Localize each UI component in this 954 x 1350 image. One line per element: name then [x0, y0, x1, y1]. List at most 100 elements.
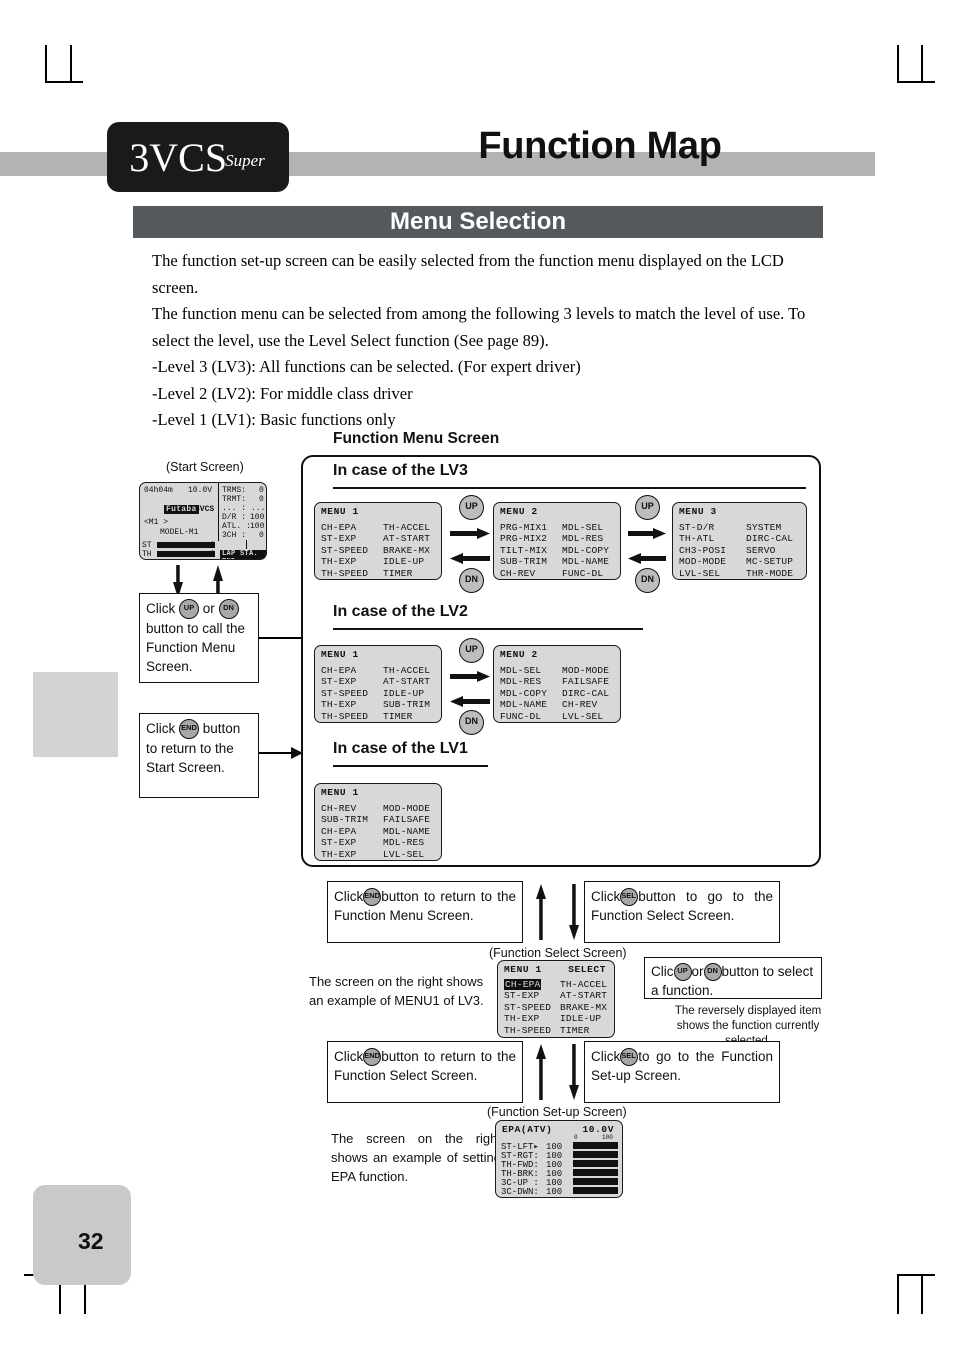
menu-item[interactable]: CH-REV	[562, 699, 609, 710]
end-button-icon[interactable]: END	[363, 1048, 382, 1067]
menu-item[interactable]: TIMER	[383, 711, 430, 722]
menu-item[interactable]: AT-START	[560, 990, 607, 1001]
menu-item[interactable]: MDL-RES	[500, 676, 547, 687]
menu-item[interactable]: TH-SPEED	[504, 1025, 551, 1036]
sel-button-icon[interactable]: SEL	[620, 888, 639, 907]
menu-item[interactable]: TH-SPEED	[321, 568, 368, 579]
menu-item[interactable]: FAILSAFE	[500, 579, 547, 580]
end-button-icon[interactable]: END	[363, 888, 382, 907]
menu-item[interactable]: MDL-RES	[562, 533, 609, 544]
menu-item[interactable]: A.B.S	[504, 1036, 551, 1037]
menu-item[interactable]: LAP-LIST	[560, 1036, 607, 1037]
menu-item[interactable]: MOD-MODE	[679, 556, 726, 567]
menu-item[interactable]: TH-EXP	[321, 699, 368, 710]
menu-item[interactable]: MDL-NAME	[562, 556, 609, 567]
menu-item[interactable]: CH-EPA	[321, 522, 368, 533]
menu-item[interactable]: FAILSAFE	[562, 676, 609, 687]
crop-mark	[897, 1274, 935, 1276]
menu-item[interactable]: SYSTEM	[383, 860, 430, 861]
menu-item[interactable]: SYSTEM	[746, 522, 793, 533]
menu-item[interactable]: ST-D/R	[679, 522, 726, 533]
dn-button-icon[interactable]: DN	[703, 963, 722, 982]
menu-item[interactable]: IDLE-UP	[560, 1013, 607, 1024]
lv2-dn-key[interactable]: DN	[459, 710, 484, 735]
menu-item[interactable]: SERVO	[746, 545, 793, 556]
menu-item[interactable]: PRG-MIX2	[500, 533, 547, 544]
menu-item[interactable]: ST-EXP	[321, 533, 368, 544]
menu-item[interactable]: MDL-SEL	[321, 860, 368, 861]
menu-item[interactable]: ST-SPEED	[504, 1002, 551, 1013]
menu-item[interactable]: TH-SPEED	[321, 711, 368, 722]
menu-item[interactable]: TH-EXP	[504, 1013, 551, 1024]
menu-item[interactable]: MDL-SEL	[562, 522, 609, 533]
menu-item[interactable]: FUNC-DL	[562, 568, 609, 579]
menu-item[interactable]: PRG-MIX1	[500, 522, 547, 533]
menu-item[interactable]: FUNC-DL	[500, 711, 547, 722]
up-button-icon[interactable]: UP	[179, 599, 200, 620]
menu-item[interactable]: CH-EPA	[321, 665, 368, 676]
menu-item[interactable]: CH-REV	[500, 568, 547, 579]
menu-item[interactable]: TIMER	[560, 1025, 607, 1036]
menu-item[interactable]: TIMER	[383, 568, 430, 579]
menu-item[interactable]: SUB-TRIM	[383, 699, 430, 710]
menu-item[interactable]: MDL-SEL	[500, 665, 547, 676]
lcd-left-column: CH-EPA ST-EXP ST-SPEED TH-EXP TH-SPEED A…	[321, 665, 368, 723]
menu-item[interactable]: IDLE-UP	[383, 556, 430, 567]
menu-item[interactable]: MDL-RES	[383, 837, 430, 848]
menu-item[interactable]: MDL-COPY	[562, 545, 609, 556]
menu-item[interactable]: ST-SPEED	[321, 688, 368, 699]
menu-item[interactable]: FAILSAFE	[383, 814, 430, 825]
menu-item[interactable]: DIRC-CAL	[746, 533, 793, 544]
menu-item[interactable]: MOD-MODE	[383, 803, 430, 814]
menu-item[interactable]: TH-ACCEL	[560, 979, 607, 990]
menu-item[interactable]: ST-EXP	[321, 676, 368, 687]
menu-item[interactable]: BRAKE-MX	[560, 1002, 607, 1013]
dn-button-icon[interactable]: DN	[218, 599, 239, 620]
menu-item[interactable]: ST-EXP	[504, 990, 551, 1001]
menu-item[interactable]: MDL-NAME	[500, 699, 547, 710]
menu-item[interactable]: MC-SETUP	[746, 556, 793, 567]
sel-button-icon[interactable]: SEL	[620, 1048, 639, 1067]
menu-item[interactable]: TH-EXP	[321, 849, 368, 860]
menu-item[interactable]: BRAKE-MX	[383, 545, 430, 556]
menu-item[interactable]: LVL-SEL	[562, 711, 609, 722]
lv2-up-key[interactable]: UP	[459, 638, 484, 663]
menu-item[interactable]: TH-ACCEL	[383, 522, 430, 533]
lv3-up-key-2[interactable]: UP	[635, 495, 660, 520]
up-button-icon[interactable]: UP	[673, 963, 692, 982]
menu-item[interactable]: MOD-MODE	[562, 665, 609, 676]
menu-item[interactable]: FUNC-SW	[562, 579, 609, 580]
menu-item[interactable]: A.B.S	[321, 579, 368, 580]
menu-item[interactable]: IDLE-UP	[383, 688, 430, 699]
menu-item[interactable]: TH-EXP	[321, 556, 368, 567]
menu-item[interactable]: FUNC-SW	[500, 722, 547, 723]
menu-item[interactable]: LVL-SEL	[383, 849, 430, 860]
menu-item[interactable]: TH-ACCEL	[383, 665, 430, 676]
menu-item[interactable]: ST-EXP	[321, 837, 368, 848]
menu-item[interactable]: LAP-LIST	[383, 722, 430, 723]
menu-item[interactable]: SUB-TRIM	[321, 814, 368, 825]
menu-item[interactable]: LAP-LIST	[383, 579, 430, 580]
menu-item[interactable]: SUB-TRIM	[500, 556, 547, 567]
menu-item[interactable]: ADJUSTER	[679, 579, 726, 580]
menu-item[interactable]: ST-SPEED	[321, 545, 368, 556]
menu-item[interactable]: MDL-NAME	[383, 826, 430, 837]
lv3-up-key-1[interactable]: UP	[459, 495, 484, 520]
menu-item[interactable]: THR-MODE	[746, 568, 793, 579]
menu-item[interactable]: TH-ATL	[679, 533, 726, 544]
menu-item[interactable]: CH3-POSI	[679, 545, 726, 556]
menu-item[interactable]: SYSTEM	[562, 722, 609, 723]
menu-item[interactable]: DIRC-CAL	[562, 688, 609, 699]
menu-item[interactable]: CH-EPA	[321, 826, 368, 837]
menu-item[interactable]: AT-START	[383, 676, 430, 687]
end-button-icon[interactable]: END	[179, 719, 200, 740]
selected-menu-item[interactable]: CH-EPA	[504, 979, 542, 991]
menu-item[interactable]: A.B.S	[321, 722, 368, 723]
lv3-dn-key-2[interactable]: DN	[635, 568, 660, 593]
menu-item[interactable]: AT-START	[383, 533, 430, 544]
menu-item[interactable]: CH-REV	[321, 803, 368, 814]
menu-item[interactable]: TILT-MIX	[500, 545, 547, 556]
menu-item[interactable]: MDL-COPY	[500, 688, 547, 699]
menu-item[interactable]: LVL-SEL	[679, 568, 726, 579]
lv3-dn-key-1[interactable]: DN	[459, 568, 484, 593]
